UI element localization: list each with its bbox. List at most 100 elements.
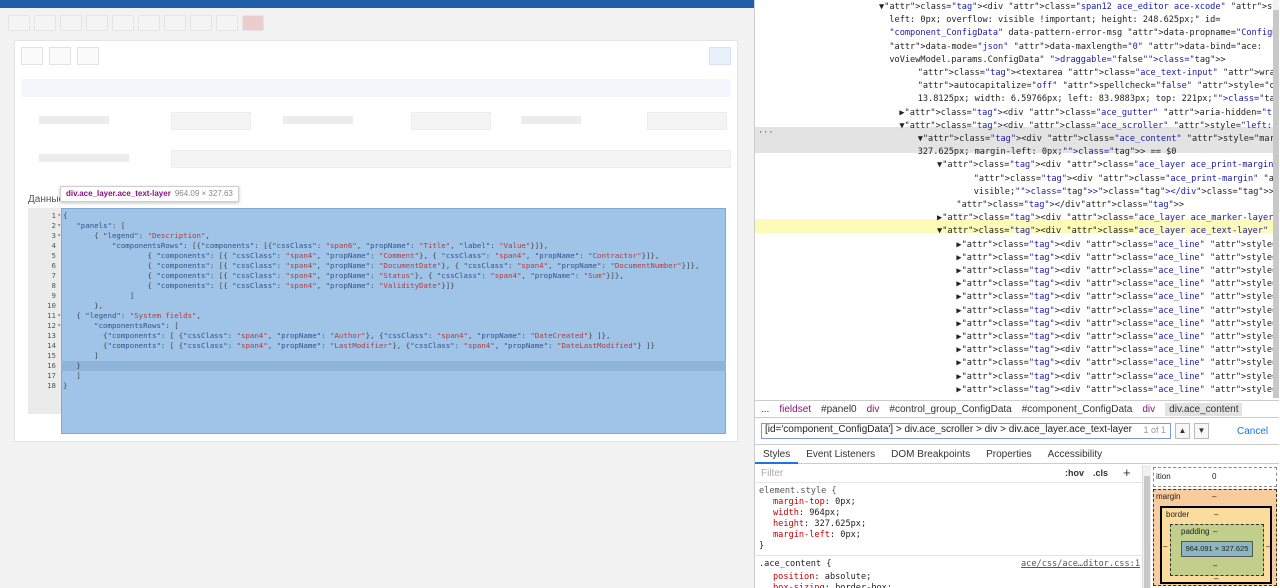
css-property-name[interactable]: width (773, 508, 799, 518)
dom-node-line[interactable]: ▶"attr">class="tag"><div "attr">class="a… (889, 107, 1279, 120)
css-property-name[interactable]: box-sizing (773, 583, 825, 588)
dom-node-line[interactable]: ▶"attr">class="tag"><div "attr">class="a… (915, 291, 1279, 304)
css-declaration[interactable]: width: 964px; (773, 508, 840, 519)
css-declaration[interactable]: position: absolute; (773, 572, 871, 583)
selected-node-marker[interactable]: ··· (758, 127, 774, 140)
box-model-padding-value[interactable]: – (1213, 527, 1217, 536)
toolbar-button[interactable] (164, 15, 186, 31)
toolbar-button[interactable] (138, 15, 160, 31)
tab-event-listeners[interactable]: Event Listeners (798, 445, 883, 464)
box-model-border-value[interactable]: – (1214, 510, 1218, 519)
dom-node-line[interactable]: ▼"attr">class="tag"><div "attr">class="a… (889, 120, 1279, 133)
tab-dom-breakpoints[interactable]: DOM Breakpoints (883, 445, 978, 464)
dom-node-line[interactable]: ▼"attr">class="tag"><div "attr">class="s… (879, 1, 1279, 14)
fold-arrow-icon[interactable]: ▾ (57, 321, 61, 331)
dom-node-line[interactable]: ▶"attr">class="tag"><div "attr">class="a… (906, 212, 1279, 225)
dom-node-line[interactable]: "attr">class="tag"><textarea "attr">clas… (897, 67, 1279, 80)
form-field[interactable] (171, 150, 731, 168)
class-toggle[interactable]: .cls (1093, 468, 1108, 478)
css-property-name[interactable]: margin-top (773, 497, 825, 507)
dom-node-line[interactable]: ▶"attr">class="tag"><div "attr">class="a… (915, 305, 1279, 318)
dom-node-line[interactable]: left: 0px; overflow: visible !important;… (879, 14, 1220, 27)
dom-node-line[interactable]: voViewModel.params.ConfigData" ">draggab… (879, 54, 1225, 67)
toolbar-button[interactable] (112, 15, 134, 31)
css-property-name[interactable]: position (773, 572, 814, 582)
dom-node-line[interactable]: ▶"attr">class="tag"><div "attr">class="a… (915, 239, 1279, 252)
css-property-value[interactable]: 0px; (835, 497, 856, 507)
dom-node-line[interactable]: 13.8125px; width: 6.59766px; left: 83.98… (897, 93, 1279, 106)
box-model-border-bottom[interactable]: – (1214, 574, 1218, 583)
dom-node-line[interactable]: "attr">autocapitalize="off" "attr">spell… (897, 80, 1279, 93)
css-property-name[interactable]: height (773, 519, 804, 529)
css-property-name[interactable]: margin-left (773, 530, 830, 540)
dom-node-line[interactable]: ▶"attr">class="tag"><div "attr">class="a… (915, 278, 1279, 291)
styles-scrollbar-thumb[interactable] (1144, 476, 1150, 588)
form-tab[interactable] (21, 47, 43, 65)
form-tab-action[interactable] (709, 47, 731, 65)
styles-filter-input[interactable]: Filter (761, 468, 783, 479)
breadcrumb-item[interactable]: #control_group_ConfigData (889, 404, 1011, 415)
css-declaration[interactable]: box-sizing: border-box; (773, 583, 892, 588)
hover-state-toggle[interactable]: :hov (1065, 468, 1084, 478)
css-declaration[interactable]: margin-top: 0px; (773, 497, 856, 508)
box-model-padding-bottom[interactable]: – (1213, 561, 1217, 570)
delete-button[interactable] (242, 15, 264, 31)
fold-arrow-icon[interactable]: ▾ (57, 231, 61, 241)
dom-node-line[interactable]: ▶"attr">class="tag"><div "attr">class="a… (915, 318, 1279, 331)
dom-node-line[interactable]: ▶"attr">class="tag"><div "attr">class="a… (915, 331, 1279, 344)
elements-dom-tree[interactable]: ▼"attr">class="tag"><div "attr">class="s… (755, 0, 1279, 398)
toolbar-button[interactable] (190, 15, 212, 31)
dom-node-line[interactable]: ▼"attr">class="tag"><div "attr">class="a… (906, 159, 1279, 172)
css-property-value[interactable]: 327.625px; (814, 519, 866, 529)
search-prev-button[interactable]: ▲ (1175, 423, 1190, 439)
breadcrumb-item[interactable]: div (1142, 404, 1155, 415)
dom-node-line[interactable]: ▶"attr">class="tag"><div "attr">class="a… (915, 252, 1279, 265)
breadcrumb-item[interactable]: #panel0 (821, 404, 857, 415)
tab-accessibility[interactable]: Accessibility (1040, 445, 1110, 464)
fold-arrow-icon[interactable]: ▾ (57, 211, 61, 221)
breadcrumb-item[interactable]: #component_ConfigData (1022, 404, 1133, 415)
dom-node-line[interactable]: "attr">data-mode="json" "attr">data-maxl… (879, 41, 1262, 54)
css-declaration[interactable]: height: 327.625px; (773, 519, 866, 530)
form-field[interactable] (411, 112, 491, 130)
css-property-value[interactable]: absolute; (825, 572, 872, 582)
css-property-value[interactable]: 964px; (809, 508, 840, 518)
css-property-value[interactable]: border-box; (835, 583, 892, 588)
dom-node-line[interactable]: ▶"attr">class="tag"><div "attr">class="a… (915, 357, 1279, 370)
dom-scrollbar-thumb[interactable] (1273, 10, 1279, 398)
css-declaration[interactable]: margin-left: 0px; (773, 530, 861, 541)
dom-node-line[interactable]: ▶"attr">class="tag"><div "attr">class="a… (915, 344, 1279, 357)
toolbar-button[interactable] (86, 15, 108, 31)
dom-node-line[interactable]: ▶"attr">class="tag"><div "attr">class="a… (915, 371, 1279, 384)
add-rule-button[interactable]: + (1123, 465, 1131, 480)
form-section-header[interactable] (21, 79, 731, 97)
tab-properties[interactable]: Properties (978, 445, 1040, 464)
fold-arrow-icon[interactable]: ▾ (57, 221, 61, 231)
toolbar-button[interactable] (60, 15, 82, 31)
form-tab[interactable] (49, 47, 71, 65)
toolbar-button[interactable] (216, 15, 238, 31)
form-field[interactable] (171, 112, 251, 130)
dom-node-line[interactable]: "attr">class="tag"></div"attr">class="ta… (915, 199, 1184, 212)
breadcrumb-item[interactable]: div (867, 404, 880, 415)
form-field[interactable] (647, 112, 727, 130)
breadcrumb-item-active[interactable]: div.ace_content (1165, 402, 1243, 416)
toolbar-button[interactable] (34, 15, 56, 31)
dom-node-line[interactable]: ▼"attr">class="tag"><div "attr">class="a… (897, 133, 1279, 146)
dom-node-line[interactable]: "component_ConfigData" data-pattern-erro… (879, 27, 1279, 40)
form-tab[interactable] (77, 47, 99, 65)
dom-search-input[interactable]: [id='component_ConfigData'] > div.ace_sc… (761, 423, 1171, 439)
dom-node-line[interactable]: "attr">class="tag"><div "attr">class="ac… (922, 173, 1279, 186)
dom-node-line[interactable]: 327.625px; margin-left: 0px;"">class="ta… (897, 146, 1177, 159)
code-editor[interactable]: 1 ▾ 2 ▾ 3 ▾ 4 5 6 7 8 9 10 11 ▾ 12 ▾ 13 14 15 16 17 18 { "pane… (28, 208, 726, 434)
breadcrumb-item[interactable]: fieldset (779, 404, 811, 415)
box-model-position-value[interactable]: 0 (1212, 472, 1216, 481)
fold-arrow-icon[interactable]: ▾ (57, 311, 61, 321)
toolbar-button[interactable] (8, 15, 30, 31)
search-next-button[interactable]: ▼ (1194, 423, 1209, 439)
breadcrumb-more[interactable]: ... (761, 404, 769, 415)
css-source-link[interactable]: ace/css/ace…ditor.css:1 (1021, 559, 1140, 569)
dom-node-line[interactable]: visible;"">class="tag">>">class="tag"></… (922, 186, 1274, 199)
box-model-content-size[interactable]: 964.091 × 327.625 (1181, 541, 1253, 557)
tab-styles[interactable]: Styles (755, 445, 799, 464)
